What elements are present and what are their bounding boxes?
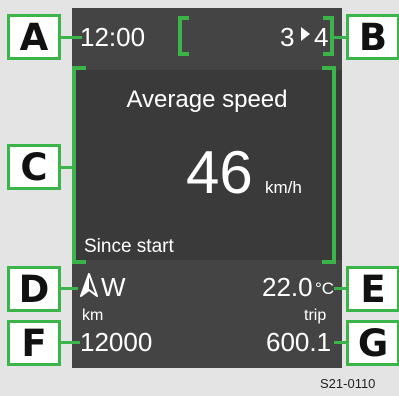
recommended-gear: 4	[314, 22, 329, 52]
diagram: A B C D E F G 12:00 3 4 Average speed 46…	[0, 0, 399, 396]
temperature-unit: °C	[315, 279, 335, 298]
gear-bracket-left	[178, 16, 189, 56]
callout-line-f	[60, 341, 80, 344]
speed-unit: km/h	[265, 178, 302, 197]
label-b: B	[346, 14, 399, 60]
compass-direction: W	[101, 272, 126, 302]
odometer-value: 12000	[80, 327, 153, 357]
navigation-arrow-icon	[80, 273, 98, 297]
label-e: E	[346, 266, 399, 312]
callout-line-d	[60, 287, 78, 290]
label-c: C	[7, 144, 61, 190]
odometer-label: km	[82, 307, 104, 324]
callout-line-a	[60, 36, 82, 39]
label-a: A	[7, 14, 61, 60]
callout-line-c	[60, 166, 74, 169]
average-speed-value: 46	[186, 139, 253, 206]
label-f: F	[7, 320, 61, 366]
screen-title: Average speed	[126, 86, 288, 113]
outside-temperature: 22.0	[262, 272, 313, 302]
clock-time: 12:00	[80, 22, 146, 52]
gear-shift-arrow-icon	[301, 27, 310, 41]
trip-value: 600.1	[266, 327, 332, 357]
trip-label: trip	[304, 307, 327, 324]
label-g: G	[346, 320, 399, 366]
figure-code: S21-0110	[320, 376, 376, 391]
label-d: D	[7, 266, 61, 312]
current-gear: 3	[280, 22, 295, 52]
period-label: Since start	[84, 236, 174, 257]
